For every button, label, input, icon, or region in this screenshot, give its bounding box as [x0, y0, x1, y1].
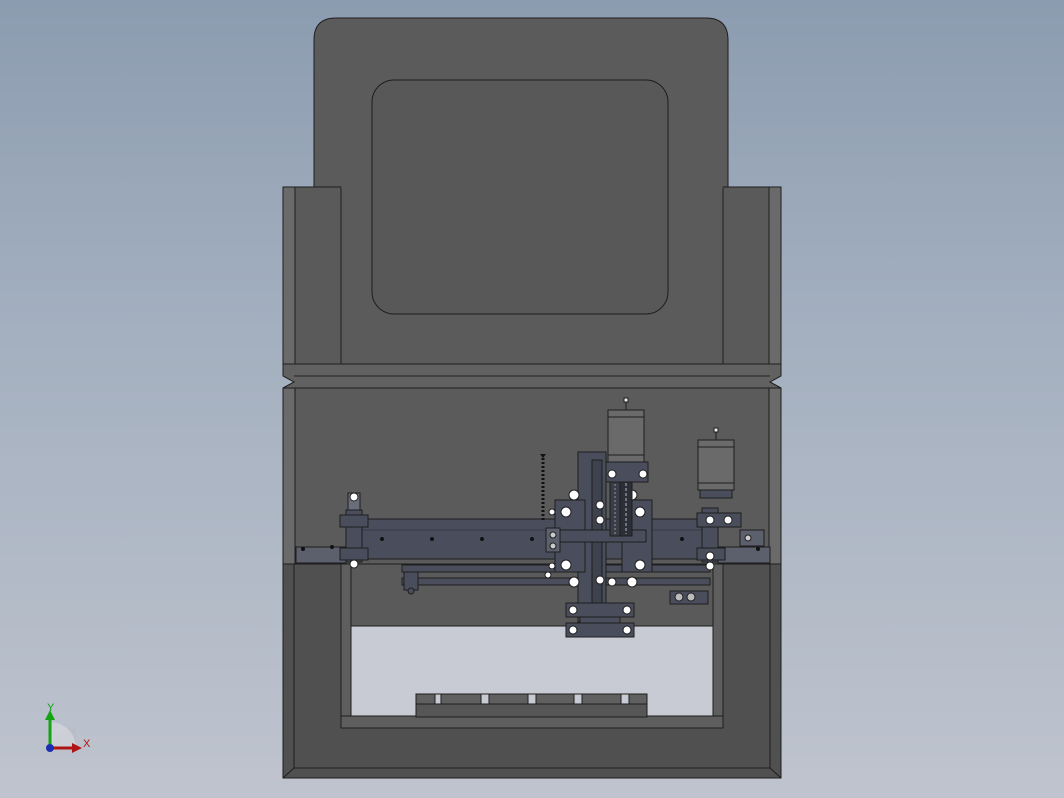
- triad-y-label: Y: [47, 702, 55, 714]
- z-stepper-motor[interactable]: [605, 397, 649, 483]
- inner-right-rail: [712, 563, 724, 729]
- hood-window[interactable]: [371, 79, 669, 315]
- lower-right-edge: [768, 387, 782, 565]
- hood-right-flange-edge: [768, 186, 782, 365]
- work-bed[interactable]: [415, 693, 648, 718]
- inner-left-rail: [340, 563, 352, 729]
- lower-left-edge: [282, 387, 296, 565]
- triad-x-label: X: [83, 738, 91, 750]
- graphics-viewport[interactable]: Y X: [0, 0, 1064, 798]
- upper-enclosure[interactable]: [282, 17, 782, 389]
- hood-left-flange-edge: [282, 186, 296, 365]
- triad-z-axis: [46, 744, 54, 752]
- inner-bottom-rail: [340, 715, 724, 729]
- coordinate-triad: Y X: [45, 702, 91, 753]
